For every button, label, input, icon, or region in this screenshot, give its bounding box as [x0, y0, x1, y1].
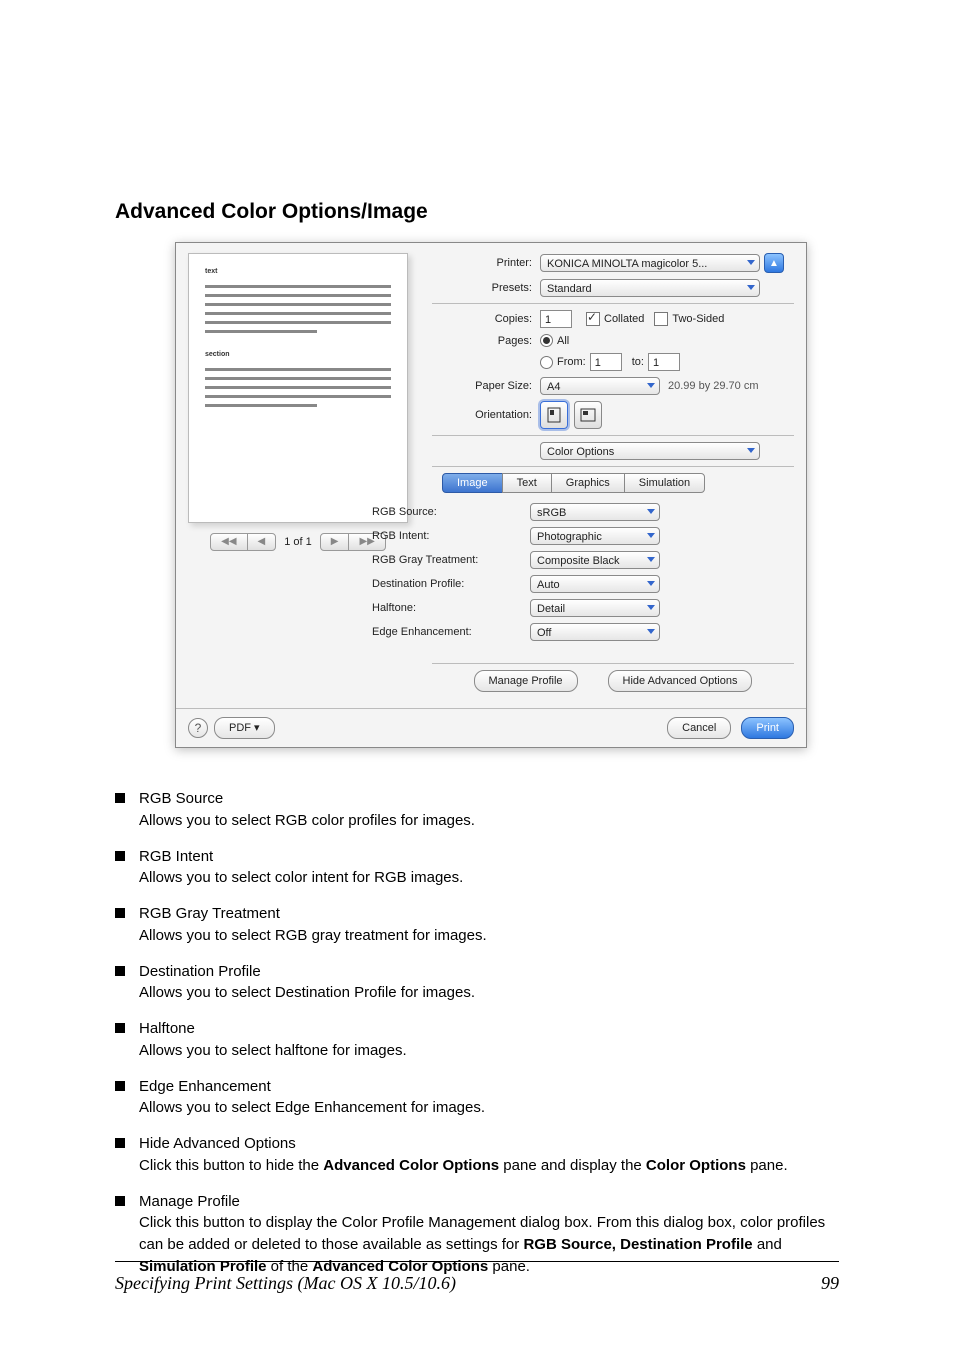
collated-checkbox[interactable] [586, 312, 600, 326]
hide-advanced-button[interactable]: Hide Advanced Options [608, 670, 753, 692]
rgb-source-select[interactable]: sRGB [530, 503, 660, 521]
color-options-grid: RGB Source:sRGB RGB Intent:Photographic … [372, 503, 794, 641]
destination-profile-select[interactable]: Auto [530, 575, 660, 593]
bullet-head: RGB Gray Treatment [139, 903, 487, 925]
list-item: Destination ProfileAllows you to select … [115, 961, 839, 1005]
pages-label: Pages: [432, 335, 540, 347]
papersize-label: Paper Size: [432, 380, 540, 392]
portrait-icon [547, 407, 561, 423]
bullet-desc: Allows you to select Edge Enhancement fo… [139, 1097, 485, 1119]
halftone-select[interactable]: Detail [530, 599, 660, 617]
opt-label: Edge Enhancement: [372, 626, 530, 638]
copies-label: Copies: [432, 313, 540, 325]
pages-all-radio[interactable] [540, 334, 553, 347]
bullet-desc: Allows you to select halftone for images… [139, 1040, 407, 1062]
bullet-icon [115, 1023, 125, 1033]
footer-left: Specifying Print Settings (Mac OS X 10.5… [115, 1273, 456, 1294]
section-title: Advanced Color Options/Image [115, 200, 839, 224]
copies-field[interactable]: 1 [540, 310, 572, 328]
pages-range-radio[interactable] [540, 356, 553, 369]
cancel-button[interactable]: Cancel [667, 717, 731, 739]
tab-image[interactable]: Image [442, 473, 503, 493]
list-item: RGB Gray TreatmentAllows you to select R… [115, 903, 839, 947]
list-item: RGB SourceAllows you to select RGB color… [115, 788, 839, 832]
bullet-icon [115, 908, 125, 918]
presets-label: Presets: [432, 282, 540, 294]
list-item: RGB IntentAllows you to select color int… [115, 846, 839, 890]
print-dialog: text section ◀◀◀ 1 of 1 ▶▶▶ Printer: [175, 242, 807, 748]
rgb-gray-select[interactable]: Composite Black [530, 551, 660, 569]
manage-profile-button[interactable]: Manage Profile [474, 670, 578, 692]
bullet-head: RGB Intent [139, 846, 463, 868]
bullet-icon [115, 966, 125, 976]
list-item: Edge EnhancementAllows you to select Edg… [115, 1076, 839, 1120]
edge-enhance-select[interactable]: Off [530, 623, 660, 641]
list-item: Hide Advanced OptionsClick this button t… [115, 1133, 839, 1177]
twosided-checkbox[interactable] [654, 312, 668, 326]
bullet-head: Edge Enhancement [139, 1076, 485, 1098]
bullet-desc: Allows you to select color intent for RG… [139, 867, 463, 889]
collated-label: Collated [604, 313, 644, 325]
bullet-desc: Click this button to display the Color P… [139, 1212, 839, 1277]
rgb-intent-select[interactable]: Photographic [530, 527, 660, 545]
pages-from-field[interactable]: 1 [590, 353, 622, 371]
bullet-icon [115, 1196, 125, 1206]
pdf-menu-button[interactable]: PDF ▾ [214, 717, 275, 739]
bullet-head: Destination Profile [139, 961, 475, 983]
opt-label: Halftone: [372, 602, 530, 614]
bullet-desc: Click this button to hide the Advanced C… [139, 1155, 788, 1177]
tab-simulation[interactable]: Simulation [624, 473, 705, 493]
bullet-head: RGB Source [139, 788, 475, 810]
opt-label: RGB Gray Treatment: [372, 554, 530, 566]
footer-page-number: 99 [821, 1273, 839, 1294]
pages-from-label: From: [557, 356, 586, 368]
papersize-select[interactable]: A4 [540, 377, 660, 395]
landscape-icon [580, 408, 596, 422]
bullet-head: Hide Advanced Options [139, 1133, 788, 1155]
preview-heading: text [205, 268, 391, 275]
opt-label: RGB Intent: [372, 530, 530, 542]
bullet-desc: Allows you to select RGB gray treatment … [139, 925, 487, 947]
feature-list: RGB SourceAllows you to select RGB color… [115, 788, 839, 1278]
bullet-icon [115, 851, 125, 861]
bullet-icon [115, 1081, 125, 1091]
category-select[interactable]: Color Options [540, 442, 760, 460]
bullet-icon [115, 793, 125, 803]
pager-prev[interactable]: ◀◀◀ [210, 533, 276, 551]
help-button[interactable]: ? [188, 718, 208, 738]
tab-graphics[interactable]: Graphics [551, 473, 625, 493]
pages-to-label: to: [632, 356, 644, 368]
opt-label: RGB Source: [372, 506, 530, 518]
bullet-desc: Allows you to select Destination Profile… [139, 982, 475, 1004]
pages-to-field[interactable]: 1 [648, 353, 680, 371]
presets-select[interactable]: Standard [540, 279, 760, 297]
bullet-head: Manage Profile [139, 1191, 839, 1213]
list-item: Manage ProfileClick this button to displ… [115, 1191, 839, 1278]
bullet-head: Halftone [139, 1018, 407, 1040]
printer-select[interactable]: KONICA MINOLTA magicolor 5... [540, 254, 760, 272]
footer-rule [115, 1261, 839, 1262]
tab-text[interactable]: Text [502, 473, 552, 493]
list-item: HalftoneAllows you to select halftone fo… [115, 1018, 839, 1062]
print-preview: text section [188, 253, 408, 523]
bullet-icon [115, 1138, 125, 1148]
printer-label: Printer: [432, 257, 540, 269]
pages-all-label: All [557, 335, 569, 347]
opt-label: Destination Profile: [372, 578, 530, 590]
pager-status: 1 of 1 [284, 536, 312, 548]
bullet-desc: Allows you to select RGB color profiles … [139, 810, 475, 832]
orientation-label: Orientation: [432, 409, 540, 421]
paper-dimensions: 20.99 by 29.70 cm [668, 380, 759, 392]
disclose-toggle[interactable]: ▲ [764, 253, 784, 273]
print-button[interactable]: Print [741, 717, 794, 739]
color-options-tabs: Image Text Graphics Simulation [442, 473, 794, 493]
orientation-landscape[interactable] [574, 401, 602, 429]
orientation-portrait[interactable] [540, 401, 568, 429]
twosided-label: Two-Sided [672, 313, 724, 325]
